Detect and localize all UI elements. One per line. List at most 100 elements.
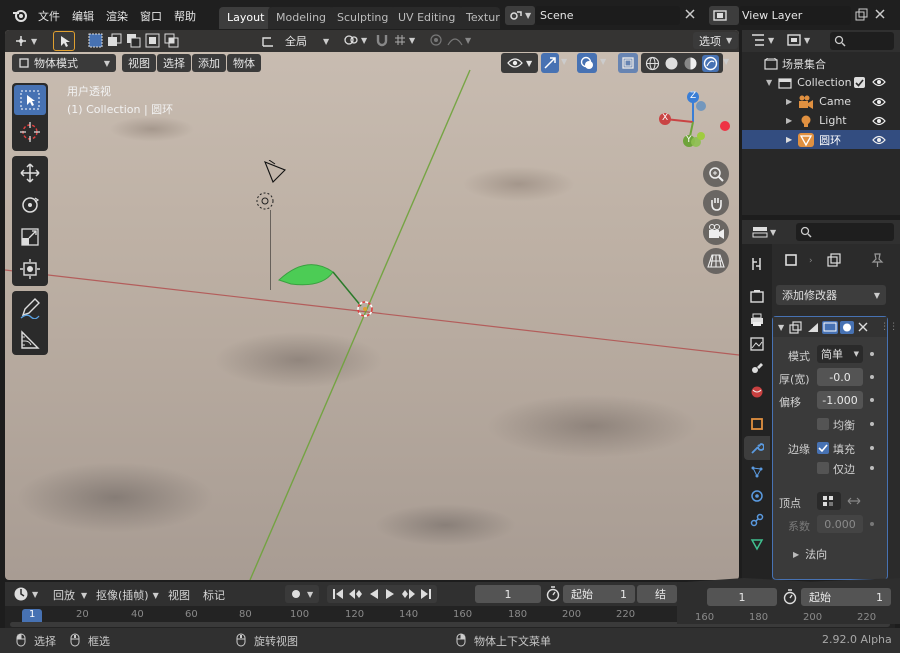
- overlays-toggle[interactable]: [577, 53, 597, 73]
- current-frame-field[interactable]: 1: [475, 585, 541, 603]
- rotate-tool[interactable]: [14, 190, 46, 220]
- keyframe-dot-icon[interactable]: [870, 398, 874, 402]
- offset-field[interactable]: -1.000: [817, 391, 863, 409]
- gizmo-toggle[interactable]: [541, 53, 559, 73]
- menu-view[interactable]: 视图: [122, 54, 156, 72]
- pin-icon[interactable]: [870, 253, 884, 267]
- camera-view-button[interactable]: [703, 219, 729, 245]
- scale-tool[interactable]: [14, 222, 46, 252]
- drag-handle-icon[interactable]: ⋮⋮: [880, 322, 898, 332]
- xray-toggle[interactable]: [618, 53, 638, 73]
- select-invert-icon[interactable]: [144, 32, 161, 49]
- keyframe-dot-icon[interactable]: [870, 466, 874, 470]
- show-editmode-icon[interactable]: [806, 321, 820, 334]
- menu-object[interactable]: 物体: [227, 54, 261, 72]
- fill-rim-checkbox[interactable]: [817, 442, 829, 454]
- chevron-down-icon[interactable]: ▼: [561, 57, 567, 66]
- tab-modifiers[interactable]: [744, 436, 770, 460]
- add-modifier-dropdown[interactable]: 添加修改器 ▼: [776, 285, 886, 305]
- menu-window[interactable]: 窗口: [140, 8, 162, 24]
- even-thickness-checkbox[interactable]: [817, 418, 829, 430]
- show-viewport-icon[interactable]: [822, 320, 839, 334]
- move-tool[interactable]: [14, 158, 46, 188]
- eye-icon[interactable]: [872, 77, 886, 87]
- camera-object[interactable]: [263, 160, 289, 184]
- menu-add[interactable]: 添加: [192, 54, 226, 72]
- collapse-arrow-icon[interactable]: ▼: [778, 323, 784, 332]
- expand-arrow-icon[interactable]: ▶: [786, 116, 792, 125]
- stopwatch-icon[interactable]: [783, 589, 797, 605]
- transform-tool[interactable]: [14, 254, 46, 284]
- tab-layout[interactable]: Layout: [219, 7, 273, 29]
- only-rim-checkbox[interactable]: [817, 462, 829, 474]
- select-subtract-icon[interactable]: [125, 32, 142, 49]
- overlay-start-frame-field[interactable]: 起始 1: [801, 588, 891, 606]
- measure-tool[interactable]: [14, 325, 46, 355]
- tab-tool[interactable]: [744, 252, 770, 276]
- tab-view-layer[interactable]: [744, 332, 770, 356]
- play-reverse-icon[interactable]: [369, 589, 379, 599]
- editor-type-button[interactable]: ▼: [13, 33, 37, 49]
- perspective-toggle-button[interactable]: [703, 248, 729, 274]
- tab-physics[interactable]: [744, 484, 770, 508]
- next-keyframe-icon[interactable]: [401, 589, 415, 599]
- menu-select[interactable]: 选择: [157, 54, 191, 72]
- view-layer-name-field[interactable]: View Layer: [739, 6, 851, 25]
- rendered-shading-icon[interactable]: [702, 54, 719, 72]
- expand-arrow-icon[interactable]: ▶: [786, 97, 792, 106]
- outliner-scene-collection[interactable]: 场景集合: [742, 54, 900, 73]
- select-new-icon[interactable]: [87, 32, 104, 49]
- menu-file[interactable]: 文件: [38, 8, 60, 24]
- chevron-down-icon[interactable]: ▼: [600, 57, 606, 66]
- navigation-gizmo[interactable]: Z X Y: [653, 88, 733, 156]
- tab-modeling[interactable]: Modeling: [268, 7, 335, 29]
- menu-render[interactable]: 渲染: [106, 8, 128, 24]
- view-layer-selector-button[interactable]: [709, 6, 739, 25]
- scene-close-icon[interactable]: [684, 8, 696, 20]
- expand-arrow-icon[interactable]: ▼: [766, 78, 772, 87]
- exclude-checkbox[interactable]: [854, 77, 865, 88]
- tab-uv-editing[interactable]: UV Editing: [390, 7, 464, 29]
- factor-field[interactable]: 0.000: [817, 515, 863, 533]
- display-mode-button[interactable]: ▼: [786, 33, 810, 47]
- annotate-tool[interactable]: [14, 293, 46, 323]
- tab-object[interactable]: [744, 412, 770, 436]
- tab-texture-paint[interactable]: Texturi: [458, 7, 500, 29]
- stopwatch-icon[interactable]: [546, 586, 560, 602]
- outliner-item-light[interactable]: ▶ Light: [742, 111, 900, 130]
- 3d-cursor-icon[interactable]: [354, 298, 376, 320]
- visibility-dropdown[interactable]: ▼: [501, 53, 539, 73]
- auto-keying-toggle[interactable]: ▼: [285, 585, 320, 603]
- tab-particles[interactable]: [744, 460, 770, 484]
- snap-grid-icon[interactable]: [393, 33, 407, 47]
- keying-menu[interactable]: 抠像(插帧) ▼: [96, 587, 159, 603]
- start-frame-field[interactable]: 起始 1: [563, 585, 635, 603]
- zoom-view-button[interactable]: [703, 161, 729, 187]
- show-render-icon[interactable]: [840, 320, 855, 334]
- options-dropdown[interactable]: 选项 ▼: [693, 32, 739, 49]
- vertex-group-field[interactable]: [817, 492, 841, 510]
- keyframe-dot-icon[interactable]: [870, 352, 874, 356]
- tab-constraints[interactable]: [744, 508, 770, 532]
- thickness-field[interactable]: -0.0: [817, 368, 863, 386]
- normals-subpanel-header[interactable]: ▶ 法向: [793, 546, 827, 562]
- select-extend-icon[interactable]: [106, 32, 123, 49]
- wireframe-shading-icon[interactable]: [645, 56, 660, 71]
- menu-help[interactable]: 帮助: [174, 8, 196, 24]
- eye-icon[interactable]: [872, 135, 886, 145]
- playback-menu[interactable]: 回放 ▼: [53, 587, 87, 603]
- prev-keyframe-icon[interactable]: [349, 589, 363, 599]
- play-icon[interactable]: [385, 589, 395, 599]
- 3d-viewport[interactable]: ▼ 全局 ▼ ▼ ▼ ▼ 选项 ▼ 物体模式 ▼ 视图 选择 添加 物体 ▼ ▼…: [5, 30, 739, 580]
- close-icon[interactable]: [858, 322, 868, 332]
- chevron-down-icon[interactable]: ▼: [723, 57, 729, 66]
- pivot-point-dropdown[interactable]: ▼: [343, 33, 367, 47]
- outliner-item-torus[interactable]: ▶ 圆环: [742, 130, 900, 149]
- select-box-tool[interactable]: [14, 85, 46, 115]
- outliner-item-collection[interactable]: ▼ Collection: [742, 73, 900, 92]
- scene-name-field[interactable]: Scene: [535, 6, 680, 25]
- tab-scene[interactable]: [744, 356, 770, 380]
- timeline-view-menu[interactable]: 视图: [168, 587, 190, 603]
- mode-dropdown[interactable]: 简单 ▼: [817, 345, 863, 363]
- pan-view-button[interactable]: [703, 190, 729, 216]
